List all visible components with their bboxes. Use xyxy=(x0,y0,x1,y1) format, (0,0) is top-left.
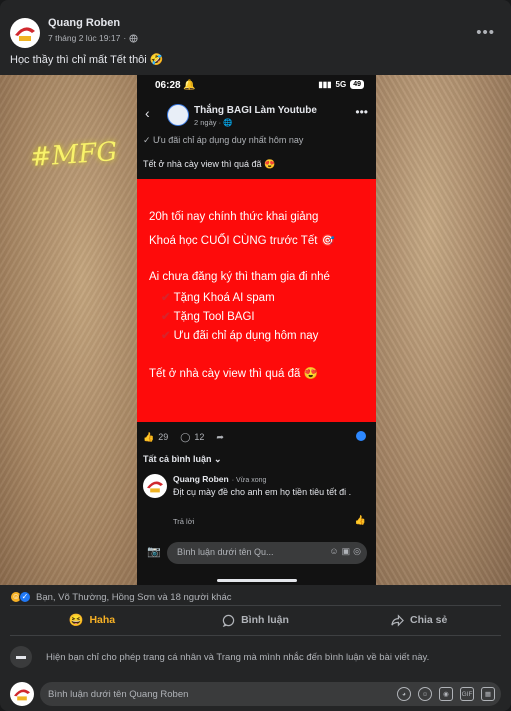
promo-line: Tết ở nhà cày view thì quá đã 😍 xyxy=(149,368,318,380)
promo-check-line: ✔ Tặng Khoá AI spam xyxy=(161,290,275,304)
signal-icon: ▮▮▮ xyxy=(318,80,332,89)
like-reaction-icon: ✓ xyxy=(19,591,31,603)
comment-icon xyxy=(222,614,235,627)
promo-line: Khoá học CUỐI CÙNG trước Tết 🎯 xyxy=(149,235,335,247)
checkmark-icon: ✔ xyxy=(161,330,171,342)
phone-comment-count: 12 xyxy=(194,432,205,442)
like-outline-icon: 👍 xyxy=(354,515,366,525)
comment-composer: Bình luận dưới tên Quang Roben ◕ ☺ ◉ GIF… xyxy=(10,680,501,708)
share-button[interactable]: Chia sẻ xyxy=(337,608,501,632)
action-bar: 😆 Haha Bình luận Chia sẻ xyxy=(10,608,501,632)
comment-restriction-notice: ▬ Hiện bạn chỉ cho phép trang cá nhân và… xyxy=(10,642,501,672)
post-header: Quang Roben 7 tháng 2 lúc 19:17 · ••• xyxy=(10,14,501,54)
thumbs-up-icon: 👍 xyxy=(143,431,155,442)
haha-button[interactable]: 😆 Haha xyxy=(10,608,174,632)
reaction-icons: ☺ ✓ xyxy=(10,591,31,603)
notice-text: Hiện bạn chỉ cho phép trang cá nhân và T… xyxy=(46,652,430,663)
avatar-sticker-icon[interactable]: ◕ xyxy=(397,687,411,701)
promo-red-box: 20h tối nay chính thức khai giảng Khoá h… xyxy=(137,179,376,422)
phone-comment-input: Bình luận dưới tên Qu... ☺ ▣ ◎ xyxy=(167,542,367,564)
emoji-icon[interactable]: ☺ xyxy=(418,687,432,701)
phone-post-header: ‹ Thắng BAGI Làm Youtube 2 ngày · 🌐 ••• xyxy=(137,99,376,133)
haha-emoji-icon: 😆 xyxy=(68,613,84,627)
all-comments-filter: Tất cả bình luận ⌄ xyxy=(143,454,222,464)
checkmark-icon: ✔ xyxy=(161,292,171,304)
comment-button[interactable]: Bình luận xyxy=(174,608,338,632)
status-right: ▮▮▮ 5G 49 xyxy=(318,80,364,89)
author-name[interactable]: Quang Roben xyxy=(48,17,120,29)
home-indicator xyxy=(217,579,297,582)
phone-ellipsis-icon: ••• xyxy=(355,105,368,119)
phone-author-avatar xyxy=(167,104,189,126)
share-arrow-icon: ➦ xyxy=(216,431,224,442)
phone-status-bar: 06:28 🔔 ▮▮▮ 5G 49 xyxy=(137,75,376,99)
comment-input-placeholder: Bình luận dưới tên Quang Roben xyxy=(48,689,189,700)
reaction-summary[interactable]: ☺ ✓ Bạn, Võ Thường, Hồng Sơn và 18 người… xyxy=(10,591,231,603)
camera-icon[interactable]: ◉ xyxy=(439,687,453,701)
comment-time: · Vừa xong xyxy=(231,477,267,484)
phone-screenshot: 06:28 🔔 ▮▮▮ 5G 49 ‹ Thắng BAGI Làm Youtu… xyxy=(137,75,376,585)
sticker-icon[interactable]: ▦ xyxy=(481,687,495,701)
ellipsis-icon[interactable]: ••• xyxy=(476,24,495,41)
logo-icon xyxy=(11,19,39,47)
gif-icon: ▣ xyxy=(341,546,351,556)
promo-line: Ai chưa đăng ký thì tham gia đi nhé xyxy=(149,271,330,283)
post-card: Quang Roben 7 tháng 2 lúc 19:17 · ••• Họ… xyxy=(0,0,511,711)
chat-bubble-icon: ▬ xyxy=(10,646,32,668)
comment-author-name: Quang Roben xyxy=(173,474,229,484)
globe-icon xyxy=(129,33,138,43)
status-time: 06:28 🔔 xyxy=(155,80,196,91)
messenger-icon xyxy=(356,431,366,441)
logo-icon xyxy=(10,682,34,706)
post-caption: Học thầy thì chỉ mất Tết thôi 🤣 xyxy=(10,54,164,66)
battery-icon: 49 xyxy=(350,80,364,89)
post-timestamp[interactable]: 7 tháng 2 lúc 19:17 xyxy=(48,33,120,43)
comment-bubble-icon: ◯ xyxy=(180,431,191,442)
composer-icons: ◕ ☺ ◉ GIF ▦ xyxy=(397,687,495,701)
phone-reaction-bar: 👍 29 ◯ 12 ➦ xyxy=(143,429,370,445)
phone-text-line: ✓ Ưu đãi chỉ áp dụng duy nhất hôm nay xyxy=(143,135,304,145)
phone-author-name: Thắng BAGI Làm Youtube xyxy=(194,105,317,116)
gif-icon[interactable]: GIF xyxy=(460,687,474,701)
post-meta: 7 tháng 2 lúc 19:17 · xyxy=(48,33,138,43)
promo-check-text: Tặng Tool BAGI xyxy=(173,311,255,323)
divider xyxy=(10,605,501,606)
post-media[interactable]: #MFG 06:28 🔔 ▮▮▮ 5G 49 ‹ Thắng BAGI Làm … xyxy=(0,75,511,585)
comment-input[interactable]: Bình luận dưới tên Quang Roben ◕ ☺ ◉ GIF… xyxy=(40,682,501,706)
comment-avatar xyxy=(143,474,167,498)
emoji-icon: ☺ xyxy=(329,546,339,556)
promo-check-line: ✔ Tặng Tool BAGI xyxy=(161,309,255,323)
promo-check-text: Tặng Khoá AI spam xyxy=(173,292,275,304)
author-avatar[interactable] xyxy=(10,18,40,48)
comment-label: Bình luận xyxy=(241,614,289,626)
composer-avatar[interactable] xyxy=(10,682,34,706)
sticker-icon: ◎ xyxy=(353,546,361,556)
watermark-text: #MFG xyxy=(29,136,119,174)
phone-input-placeholder: Bình luận dưới tên Qu... xyxy=(177,547,274,557)
phone-input-icons: ☺ ▣ ◎ xyxy=(329,546,361,557)
reaction-summary-text: Bạn, Võ Thường, Hồng Sơn và 18 người khá… xyxy=(36,591,232,603)
camera-icon: 📷 xyxy=(147,546,161,558)
phone-text-line: Tết ở nhà cày view thì quá đã 😍 xyxy=(143,159,276,169)
comment-reply: Trả lời xyxy=(173,517,195,526)
promo-line: 20h tối nay chính thức khai giảng xyxy=(149,211,319,223)
phone-post-time: 2 ngày · 🌐 xyxy=(194,118,233,127)
network-label: 5G xyxy=(335,80,347,89)
haha-label: Haha xyxy=(89,614,116,626)
logo-icon xyxy=(143,474,167,498)
share-label: Chia sẻ xyxy=(410,614,448,626)
checkmark-icon: ✔ xyxy=(161,311,171,323)
promo-check-text: Ưu đãi chỉ áp dụng hôm nay xyxy=(173,330,319,342)
back-arrow-icon: ‹ xyxy=(145,105,150,121)
promo-check-line: ✔ Ưu đãi chỉ áp dụng hôm nay xyxy=(161,328,318,342)
comment-text: Địt cụ mày đề cho anh em họ tiền tiêu tế… xyxy=(173,487,352,497)
dot-separator: · xyxy=(123,33,127,43)
phone-like-count: 29 xyxy=(158,432,169,442)
share-icon xyxy=(391,613,404,627)
divider xyxy=(10,635,501,636)
sand-background-right xyxy=(376,75,511,585)
comment-author: Quang Roben · Vừa xong xyxy=(173,474,266,484)
